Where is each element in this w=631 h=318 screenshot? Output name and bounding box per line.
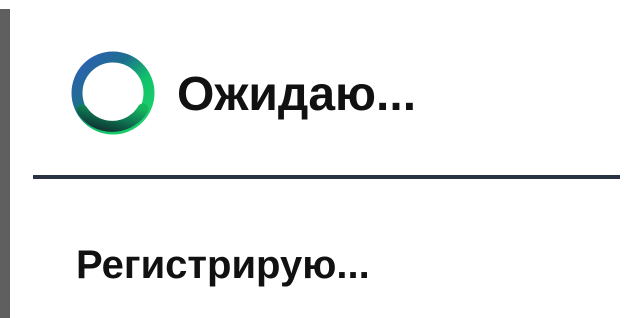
top-background [0,0,631,9]
status-message: Регистрирую... [76,243,370,287]
dialog-header: Ожидаю... [10,9,631,177]
dialog-title: Ожидаю... [177,68,417,121]
loading-spinner-icon [68,48,158,138]
background-edge [0,0,10,318]
progress-dialog: Ожидаю... Регистрирую... [10,9,631,318]
dialog-divider [33,175,620,179]
